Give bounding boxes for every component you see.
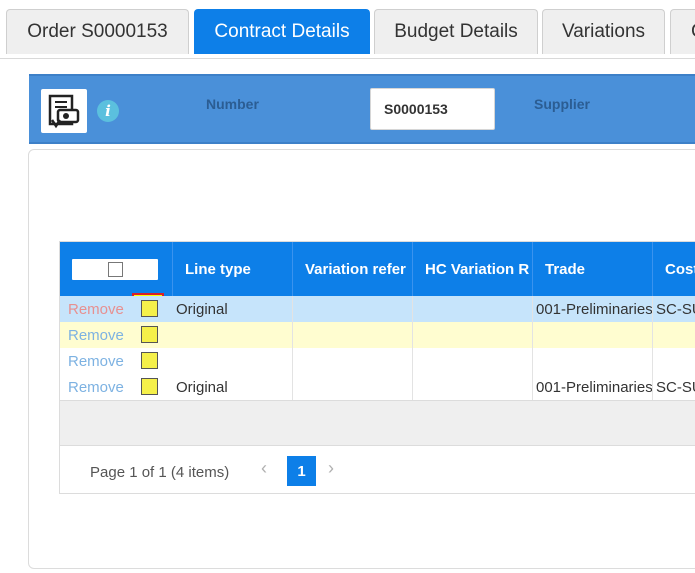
- cell-line-type: [173, 322, 293, 348]
- cell-trade: [533, 348, 653, 374]
- table-row[interactable]: Remove: [60, 348, 695, 374]
- contract-lines-grid: Line type Variation refer HC Variation R…: [59, 241, 695, 494]
- table-row[interactable]: Remove: [60, 322, 695, 348]
- cell-cost: SC-SU: [653, 374, 695, 400]
- cell-hc-variation: [413, 296, 533, 322]
- row-checkbox[interactable]: [141, 300, 158, 317]
- cell-variation-ref: [293, 348, 413, 374]
- row-checkbox[interactable]: [141, 352, 158, 369]
- cell-hc-variation: [413, 374, 533, 400]
- cell-cost: [653, 322, 695, 348]
- pager-prev-icon[interactable]: ‹: [261, 458, 267, 479]
- pager-page-button[interactable]: 1: [287, 456, 316, 486]
- tab-order[interactable]: Order S0000153: [6, 9, 189, 54]
- remove-link[interactable]: Remove: [68, 322, 124, 348]
- tab-variations[interactable]: Variations: [542, 9, 665, 54]
- pager-info: Page 1 of 1 (4 items): [90, 464, 230, 481]
- tab-bar: Order S0000153 Contract Details Budget D…: [0, 0, 695, 59]
- column-header-variation-ref[interactable]: Variation refer: [293, 242, 413, 296]
- cell-trade: [533, 322, 653, 348]
- cell-variation-ref: [293, 322, 413, 348]
- cell-hc-variation: [413, 322, 533, 348]
- number-label: Number: [206, 96, 259, 112]
- remove-link[interactable]: Remove: [68, 374, 124, 400]
- column-header-line-type[interactable]: Line type: [173, 242, 293, 296]
- tab-budget-details[interactable]: Budget Details: [374, 9, 538, 54]
- tab-overflow[interactable]: C: [670, 9, 695, 54]
- info-icon[interactable]: i: [97, 100, 119, 122]
- cell-variation-ref: [293, 374, 413, 400]
- table-row[interactable]: Remove Original 001-Preliminaries SC-SU: [60, 374, 695, 400]
- cell-cost: [653, 348, 695, 374]
- pager-next-icon[interactable]: ›: [328, 458, 334, 479]
- select-all-checkbox[interactable]: [72, 259, 158, 280]
- column-header-trade[interactable]: Trade: [533, 242, 653, 296]
- remove-link[interactable]: Remove: [68, 348, 124, 374]
- header-select-cell: [60, 242, 173, 296]
- table-row[interactable]: Remove Original 001-Preliminaries SC-SU: [60, 296, 695, 322]
- row-checkbox[interactable]: [141, 326, 158, 343]
- grid-footer: [60, 400, 695, 446]
- column-header-cost[interactable]: Cost: [653, 242, 695, 296]
- cell-trade: 001-Preliminaries: [533, 296, 653, 322]
- grid-header: Line type Variation refer HC Variation R…: [60, 242, 695, 296]
- row-checkbox[interactable]: [141, 378, 158, 395]
- order-header: i Number S0000153 Supplier: [29, 74, 695, 144]
- number-field[interactable]: S0000153: [370, 88, 495, 130]
- cell-line-type: Original: [173, 296, 293, 322]
- supplier-label: Supplier: [534, 96, 591, 112]
- remove-link[interactable]: Remove: [68, 296, 124, 322]
- pager: Page 1 of 1 (4 items) ‹ 1 ›: [60, 445, 695, 493]
- cell-trade: 001-Preliminaries: [533, 374, 653, 400]
- column-header-hc-variation[interactable]: HC Variation R: [413, 242, 533, 296]
- cell-line-type: [173, 348, 293, 374]
- cell-cost: SC-SU: [653, 296, 695, 322]
- cell-variation-ref: [293, 296, 413, 322]
- cell-hc-variation: [413, 348, 533, 374]
- contract-document-icon: [41, 89, 87, 133]
- tab-contract-details[interactable]: Contract Details: [194, 9, 370, 54]
- cell-line-type: Original: [173, 374, 293, 400]
